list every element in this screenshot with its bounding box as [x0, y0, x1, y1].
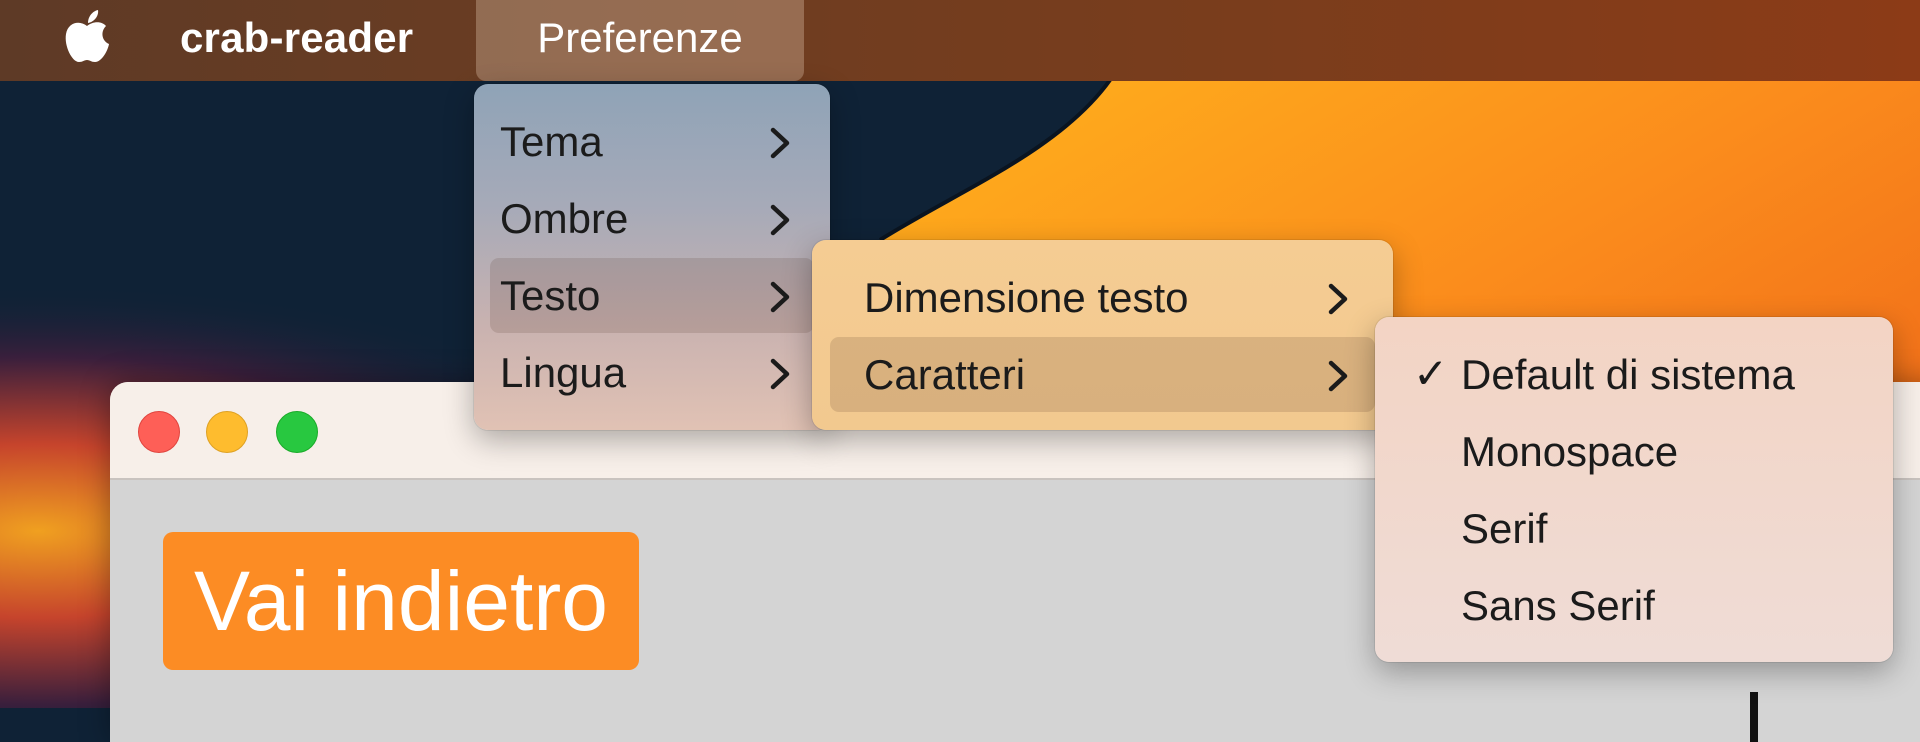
- menu-item-label: Lingua: [500, 349, 627, 396]
- menu-item-label: Sans Serif: [1461, 582, 1655, 629]
- menu-item-text-size[interactable]: Dimensione testo: [830, 260, 1375, 335]
- menu-item-label: Default di sistema: [1461, 351, 1795, 398]
- chevron-right-icon: [770, 358, 790, 390]
- chevron-right-icon: [770, 281, 790, 313]
- apple-logo-icon[interactable]: [62, 8, 112, 68]
- menu-item-tema[interactable]: Tema: [490, 104, 814, 179]
- minimize-window-button[interactable]: [206, 411, 248, 453]
- menu-item-label: Testo: [500, 272, 601, 319]
- menu-item-fonts[interactable]: Caratteri: [830, 337, 1375, 412]
- menu-item-label: Ombre: [500, 195, 629, 242]
- menu-item-label: Serif: [1461, 505, 1548, 552]
- menu-preferences[interactable]: Preferenze: [476, 0, 804, 81]
- menu-item-label: Tema: [500, 118, 603, 165]
- chevron-right-icon: [770, 127, 790, 159]
- menu-item-font-system-default[interactable]: ✓ Default di sistema: [1385, 337, 1883, 412]
- menu-item-font-sans-serif[interactable]: Sans Serif: [1385, 568, 1883, 643]
- menu-item-ombre[interactable]: Ombre: [490, 181, 814, 256]
- menu-item-font-monospace[interactable]: Monospace: [1385, 414, 1883, 489]
- content-fragment: [1750, 692, 1758, 742]
- menu-item-label: Dimensione testo: [864, 274, 1189, 321]
- chevron-right-icon: [1328, 360, 1348, 392]
- menu-item-label: Monospace: [1461, 428, 1679, 475]
- menu-item-font-serif[interactable]: Serif: [1385, 491, 1883, 566]
- text-submenu: Dimensione testo Caratteri: [812, 240, 1393, 430]
- close-window-button[interactable]: [138, 411, 180, 453]
- app-name-menu[interactable]: crab-reader: [180, 14, 413, 62]
- chevron-right-icon: [1328, 283, 1348, 315]
- fonts-submenu: ✓ Default di sistema Monospace Serif San…: [1375, 317, 1893, 662]
- menu-item-lingua[interactable]: Lingua: [490, 335, 814, 410]
- menu-item-testo[interactable]: Testo: [490, 258, 814, 333]
- preferences-menu: Tema Ombre Testo Lingua: [474, 84, 830, 430]
- checkmark-icon: ✓: [1413, 350, 1449, 397]
- menu-item-label: Caratteri: [864, 351, 1026, 398]
- back-button[interactable]: Vai indietro: [163, 532, 639, 670]
- zoom-window-button[interactable]: [276, 411, 318, 453]
- chevron-right-icon: [770, 204, 790, 236]
- menu-bar: crab-reader Preferenze: [0, 0, 1920, 81]
